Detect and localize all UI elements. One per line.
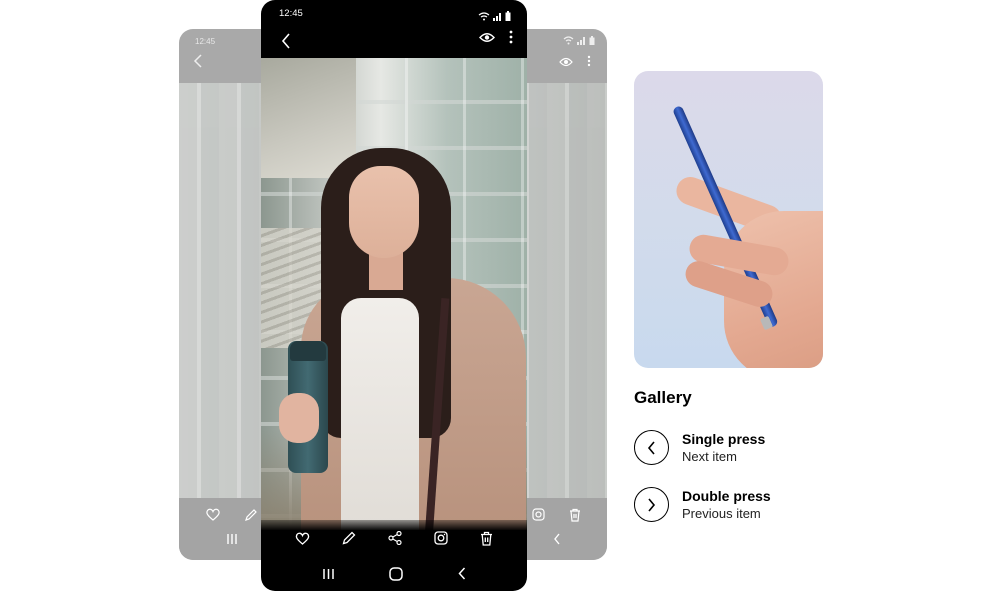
- status-bar: 12:45: [261, 0, 527, 26]
- single-press-title: Single press: [682, 430, 766, 447]
- signal-icon: [493, 8, 502, 26]
- system-nav-bar: [261, 556, 527, 591]
- eye-icon: [479, 32, 495, 42]
- double-press-title: Double press: [682, 487, 771, 504]
- single-press-item: Single press Next item: [634, 430, 765, 465]
- share-icon: [388, 531, 402, 545]
- status-time: 12:45: [279, 8, 303, 19]
- home-icon: [389, 566, 404, 581]
- s-pen-image: [634, 71, 823, 368]
- share-button[interactable]: [388, 531, 402, 545]
- chevron-right-icon: [648, 497, 656, 512]
- more-vertical-icon: [509, 30, 513, 44]
- trash-icon: [481, 531, 492, 546]
- gallery-photo[interactable]: [261, 58, 527, 530]
- battery-icon: [505, 8, 511, 26]
- next-status-icons: [563, 36, 595, 45]
- previous-back-icon: [193, 54, 203, 73]
- next-signal-icon: [577, 37, 585, 45]
- previous-recent-apps-icon: [226, 532, 238, 550]
- next-back-nav-icon: [553, 532, 561, 550]
- double-press-subtitle: Previous item: [682, 505, 761, 521]
- single-press-subtitle: Next item: [682, 448, 737, 464]
- pencil-icon: [342, 531, 356, 545]
- next-eye-icon: [559, 54, 573, 72]
- single-press-button[interactable]: [634, 430, 669, 465]
- wifi-icon: [478, 8, 490, 26]
- phone-gallery-viewer: 12:45: [261, 0, 527, 591]
- delete-button[interactable]: [480, 531, 493, 546]
- favorite-button[interactable]: [295, 532, 310, 545]
- instagram-icon: [434, 531, 448, 545]
- double-press-item: Double press Previous item: [634, 487, 771, 522]
- previous-status-time: 12:45: [195, 37, 216, 46]
- home-button[interactable]: [389, 566, 404, 581]
- recent-apps-icon: [323, 568, 334, 579]
- next-wifi-icon: [563, 36, 574, 45]
- panel-title: Gallery: [634, 388, 692, 407]
- instagram-button[interactable]: [434, 531, 448, 545]
- previous-heart-icon: [206, 508, 220, 527]
- photo-action-bar: [261, 520, 527, 556]
- more-options-button[interactable]: [509, 30, 513, 44]
- next-battery-icon: [589, 36, 595, 45]
- view-button[interactable]: [479, 32, 495, 43]
- recent-apps-button[interactable]: [322, 568, 335, 580]
- back-icon: [458, 567, 465, 580]
- edit-button[interactable]: [342, 531, 356, 545]
- back-button[interactable]: [275, 30, 297, 52]
- gallery-top-bar: [261, 26, 527, 58]
- chevron-left-icon: [281, 33, 290, 49]
- next-more-icon: [587, 54, 591, 72]
- heart-icon: [295, 532, 310, 545]
- double-press-button[interactable]: [634, 487, 669, 522]
- nav-back-button[interactable]: [458, 567, 466, 580]
- previous-pencil-icon: [244, 508, 258, 527]
- chevron-left-icon: [647, 440, 655, 455]
- next-trash-icon: [569, 508, 581, 527]
- next-instagram-icon: [532, 508, 545, 527]
